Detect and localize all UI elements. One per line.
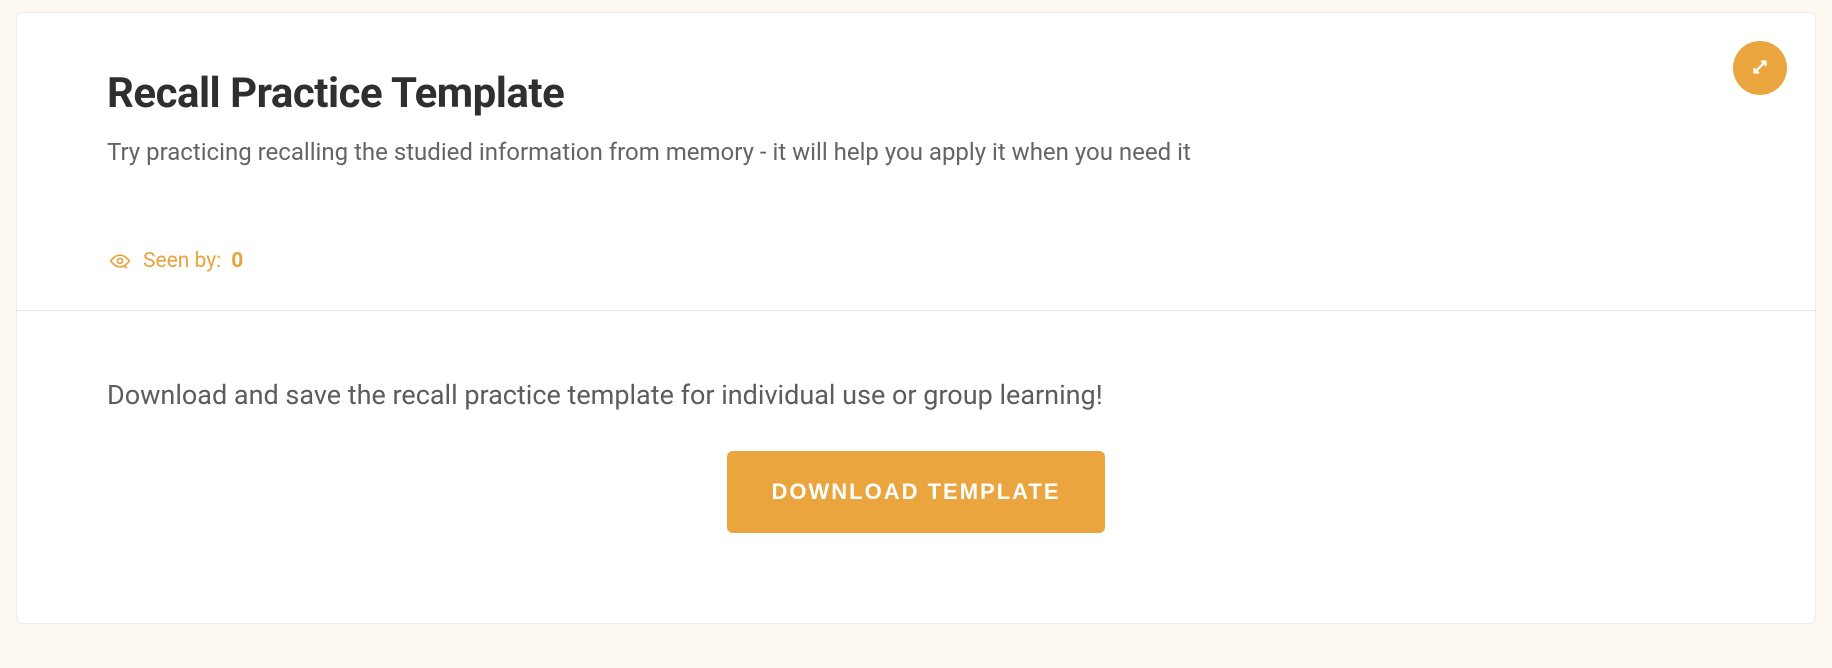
eye-icon [107, 248, 133, 274]
seen-by-count: 0 [231, 249, 243, 273]
body-description: Download and save the recall practice te… [107, 379, 1725, 411]
card-header: Recall Practice Template Try practicing … [17, 13, 1815, 311]
content-card: Recall Practice Template Try practicing … [16, 12, 1816, 624]
download-wrap: DOWNLOAD TEMPLATE [107, 451, 1725, 533]
download-template-button[interactable]: DOWNLOAD TEMPLATE [727, 451, 1104, 533]
page-subtitle: Try practicing recalling the studied inf… [107, 136, 1725, 170]
card-body: Download and save the recall practice te… [17, 311, 1815, 623]
seen-by-label: Seen by: [143, 249, 221, 273]
seen-by-row: Seen by: 0 [107, 248, 1725, 274]
page-title: Recall Practice Template [107, 69, 1725, 118]
